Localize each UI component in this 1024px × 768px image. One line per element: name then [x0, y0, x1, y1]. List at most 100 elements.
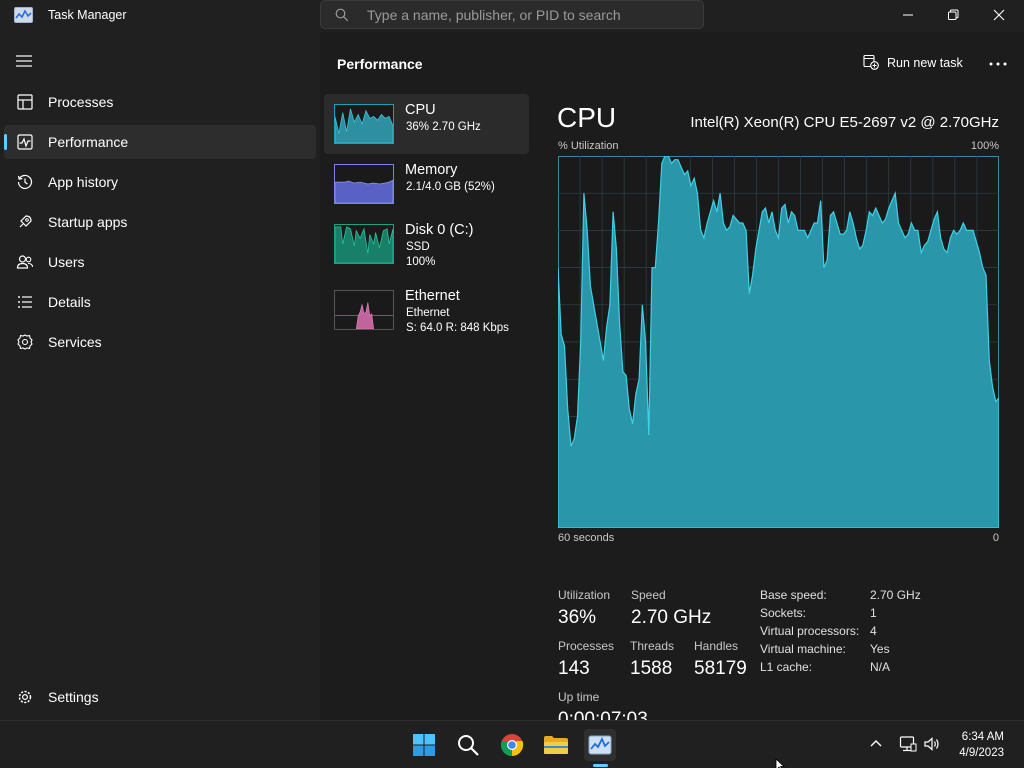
- virtual-processors-value: 4: [870, 624, 877, 638]
- graph-max-label: 100%: [970, 140, 999, 152]
- speed-label: Speed: [631, 588, 666, 602]
- task-manager-icon: [588, 735, 612, 755]
- search-box[interactable]: [320, 0, 704, 29]
- run-task-icon: [863, 54, 879, 70]
- more-options-icon[interactable]: [984, 54, 1012, 74]
- processes-icon: [17, 94, 33, 110]
- performance-icon: [17, 134, 33, 150]
- network-icon[interactable]: [899, 735, 917, 753]
- resource-item-cpu[interactable]: CPU 36% 2.70 GHz: [324, 94, 529, 154]
- cpu-utilization-graph: [558, 156, 999, 528]
- processes-label: Processes: [558, 639, 615, 653]
- ethernet-thumbnail-graph: [334, 290, 394, 330]
- sidebar-item-users[interactable]: Users: [4, 245, 316, 279]
- l1-cache-key: L1 cache:: [760, 660, 813, 674]
- cpu-thumbnail-area: [335, 108, 393, 143]
- restore-button[interactable]: [930, 0, 976, 30]
- sidebar-item-label: Processes: [48, 94, 114, 110]
- active-app-indicator: [593, 764, 608, 767]
- taskbar-search-button[interactable]: [452, 729, 484, 761]
- sidebar-item-processes[interactable]: Processes: [4, 85, 316, 119]
- graph-time-span: 60 seconds: [558, 532, 615, 544]
- l1-cache-value: N/A: [870, 660, 891, 674]
- sidebar-item-label: App history: [48, 174, 119, 190]
- page-title: Performance: [337, 56, 423, 72]
- resource-detail: 36% 2.70 GHz: [406, 121, 481, 133]
- search-input[interactable]: [367, 5, 687, 25]
- users-icon: [16, 255, 34, 269]
- sidebar-item-label: Performance: [48, 134, 129, 150]
- resource-detail-2: 100%: [406, 256, 436, 268]
- processes-value: 143: [558, 658, 590, 679]
- sidebar-item-label: Users: [48, 254, 85, 270]
- resource-detail-2: S: 64.0 R: 848 Kbps: [406, 322, 509, 334]
- services-icon: [17, 334, 33, 350]
- cpu-thumbnail-graph: [334, 104, 394, 144]
- resource-name: CPU: [405, 102, 436, 118]
- sidebar: Processes Performance App history Startu…: [0, 32, 320, 720]
- disk-thumbnail-graph: [334, 224, 394, 264]
- close-button[interactable]: [976, 0, 1022, 30]
- search-icon: [335, 8, 349, 22]
- uptime-label: Up time: [558, 690, 600, 704]
- resource-item-disk[interactable]: Disk 0 (C:) SSD 100%: [324, 214, 529, 274]
- threads-label: Threads: [630, 639, 675, 653]
- task-manager-taskbar-button[interactable]: [584, 729, 616, 761]
- run-new-task-label: Run new task: [887, 56, 963, 70]
- settings-gear-icon: [18, 690, 32, 704]
- task-manager-logo-icon: [14, 7, 33, 23]
- window-title: Task Manager: [48, 8, 127, 22]
- base-speed-key: Base speed:: [760, 588, 827, 602]
- cpu-heading: CPU: [557, 102, 617, 133]
- sidebar-item-performance[interactable]: Performance: [4, 125, 316, 159]
- sidebar-item-label: Details: [48, 294, 91, 310]
- resource-name: Disk 0 (C:): [405, 222, 474, 238]
- sockets-key: Sockets:: [760, 606, 807, 620]
- details-icon: [18, 296, 32, 308]
- file-explorer-icon: [544, 736, 568, 754]
- resource-detail: 2.1/4.0 GB (52%): [406, 181, 495, 193]
- cpu-model-name: Intel(R) Xeon(R) CPU E5-2697 v2 @ 2.70GH…: [690, 114, 999, 131]
- graph-y-label: % Utilization: [558, 140, 619, 152]
- clock-time[interactable]: 6:34 AM: [962, 731, 1004, 743]
- close-icon: [993, 9, 1005, 21]
- sidebar-item-app-history[interactable]: App history: [4, 165, 316, 199]
- base-speed-value: 2.70 GHz: [870, 588, 921, 602]
- show-hidden-icons-chevron-icon[interactable]: [867, 735, 885, 753]
- utilization-value: 36%: [558, 607, 597, 628]
- handles-label: Handles: [694, 639, 739, 653]
- sidebar-item-label: Startup apps: [48, 214, 128, 230]
- resource-detail: Ethernet: [406, 307, 450, 319]
- memory-thumbnail-area: [335, 179, 393, 203]
- resource-detail: SSD: [406, 241, 430, 253]
- mouse-cursor-icon: [775, 758, 785, 768]
- clock-date[interactable]: 4/9/2023: [959, 747, 1004, 759]
- resource-name: Ethernet: [405, 288, 460, 304]
- page-header: Performance Run new task: [320, 32, 1024, 88]
- chrome-button[interactable]: [496, 729, 528, 761]
- memory-thumbnail-graph: [334, 164, 394, 204]
- resource-name: Memory: [405, 162, 458, 178]
- search-icon: [458, 735, 479, 756]
- virtual-machine-value: Yes: [870, 642, 890, 656]
- sidebar-item-details[interactable]: Details: [4, 285, 316, 319]
- resource-item-ethernet[interactable]: Ethernet Ethernet S: 64.0 R: 848 Kbps: [324, 280, 529, 340]
- sidebar-item-startup-apps[interactable]: Startup apps: [4, 205, 316, 239]
- sidebar-item-settings[interactable]: Settings: [4, 680, 316, 714]
- title-bar: Task Manager: [0, 0, 1024, 32]
- restore-icon: [948, 9, 959, 20]
- start-icon: [413, 734, 435, 756]
- minimize-button[interactable]: [885, 0, 931, 30]
- sidebar-item-services[interactable]: Services: [4, 325, 316, 359]
- volume-icon[interactable]: [923, 735, 941, 753]
- startup-apps-icon: [19, 215, 32, 228]
- resource-item-memory[interactable]: Memory 2.1/4.0 GB (52%): [324, 154, 529, 214]
- graph-min-label: 0: [992, 532, 999, 544]
- active-indicator: [4, 134, 7, 150]
- start-button[interactable]: [408, 729, 440, 761]
- file-explorer-button[interactable]: [540, 729, 572, 761]
- virtual-machine-key: Virtual machine:: [760, 642, 846, 656]
- hamburger-menu-icon[interactable]: [15, 54, 33, 68]
- sidebar-item-label: Settings: [48, 689, 99, 705]
- run-new-task-button[interactable]: Run new task: [860, 52, 964, 76]
